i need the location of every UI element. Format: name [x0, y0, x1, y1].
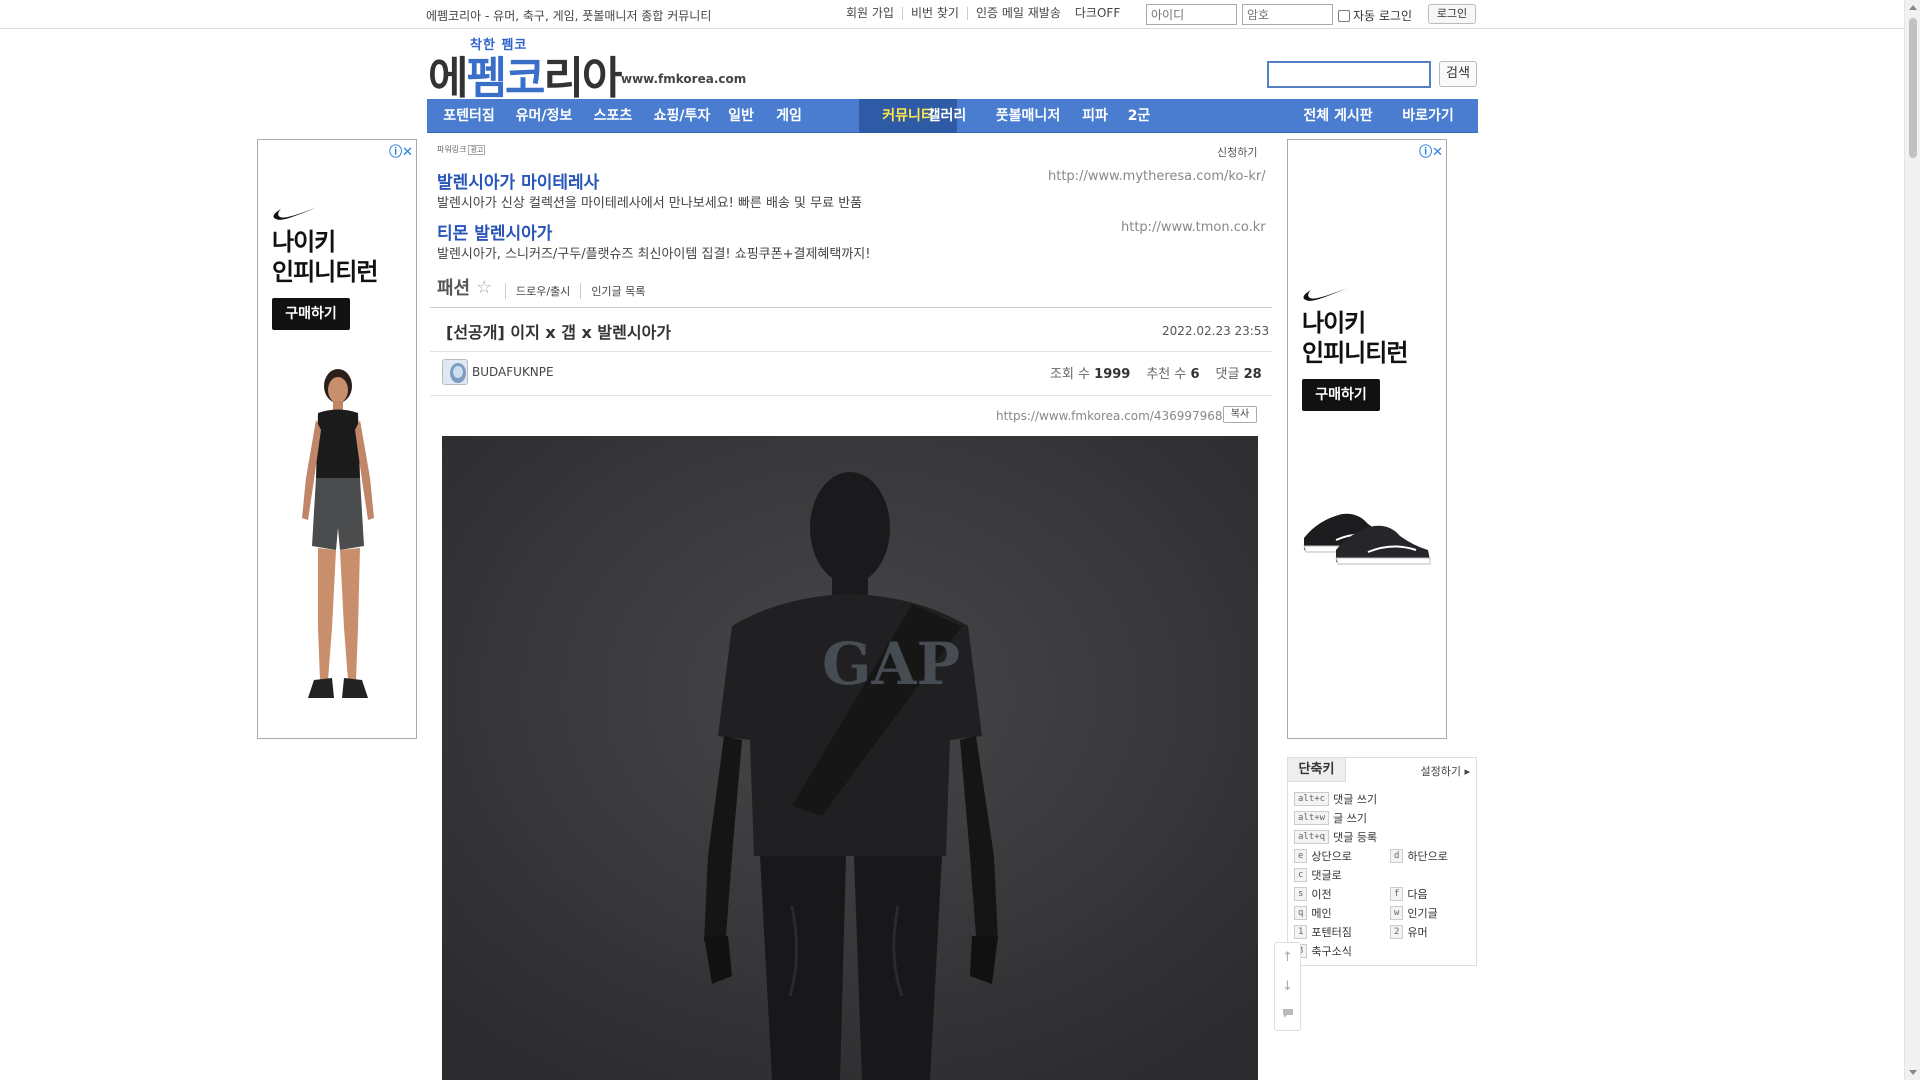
views-stat: 조회 수 1999	[1050, 367, 1131, 382]
scroll-down-arrow-icon[interactable]	[1909, 1070, 1917, 1075]
shortcut-item[interactable]: 2 유머	[1390, 924, 1428, 940]
nav-item-2gun[interactable]: 2군	[1121, 99, 1157, 133]
powerlink-label: 파워링크 광고	[437, 145, 486, 155]
board-header: 패션 ☆	[437, 274, 492, 300]
shortcut-item[interactable]: 1 포텐터짐	[1294, 924, 1352, 940]
author-name[interactable]: BUDAFUKNPE	[472, 365, 554, 379]
scroll-up-icon[interactable]: ↑	[1275, 943, 1300, 972]
shortcuts-panel: 단축키 설정하기 ▸ alt+c 댓글 쓰기 alt+w 글 쓰기 alt+q 댓글 …	[1287, 757, 1477, 966]
nav-item-humor[interactable]: 유머/정보	[509, 99, 579, 133]
search-button[interactable]: 검색	[1439, 61, 1477, 87]
nav-item-gallery[interactable]: 갤러리	[919, 99, 975, 133]
powerlink-ad-title[interactable]: 티몬 발렌시아가	[437, 219, 552, 244]
divider	[430, 395, 1272, 396]
nike-swoosh-icon	[1303, 287, 1350, 301]
nav-item-shortcuts[interactable]: 바로가기	[1393, 99, 1463, 133]
password-input[interactable]	[1242, 4, 1333, 25]
author-avatar[interactable]	[442, 359, 468, 385]
board-link-draw[interactable]: 드로우/출시	[505, 283, 580, 299]
ad-brand-text: 나이키 인피니티런	[272, 228, 378, 286]
logo-wordmark: 에펨코리아	[428, 53, 622, 104]
powerlink-ad-desc: 발렌시아가 신상 컬렉션을 마이테레사에서 만나보세요! 빠른 배송 및 무료 …	[437, 196, 863, 211]
shortcut-item[interactable]: q 메인	[1294, 905, 1332, 921]
shortcut-item[interactable]: alt+w 글 쓰기	[1294, 810, 1367, 826]
auto-login-option[interactable]: 자동 로그인	[1338, 7, 1412, 24]
shortcut-item[interactable]: f 다음	[1390, 886, 1428, 902]
powerlink-ad-url[interactable]: http://www.tmon.co.kr	[1121, 220, 1266, 235]
comments-stat[interactable]: 댓글 28	[1216, 363, 1262, 382]
powerlink-ad-url[interactable]: http://www.mytheresa.com/ko-kr/	[1048, 169, 1266, 184]
login-button[interactable]: 로그인	[1428, 4, 1476, 24]
ad-info-close-icon[interactable]: ⓘ✕	[389, 141, 413, 160]
ad-brand-text: 나이키 인피니티런	[1302, 309, 1408, 367]
floating-tools: ↑ ↓	[1274, 942, 1301, 1031]
ad-info-close-icon[interactable]: ⓘ✕	[1419, 141, 1443, 160]
nav-item-sports[interactable]: 스포츠	[587, 99, 639, 133]
find-password-link[interactable]: 비번 찾기	[901, 7, 967, 20]
post-date: 2022.02.23 23:53	[1162, 324, 1270, 338]
dark-mode-toggle[interactable]: 다크OFF	[1069, 7, 1128, 20]
auto-login-checkbox[interactable]	[1338, 9, 1350, 22]
post-title: [선공개] 이지 x 갭 x 발렌시아가	[446, 323, 672, 342]
powerlink-apply-link[interactable]: 신청하기	[1217, 144, 1257, 160]
board-link-popular[interactable]: 인기글 목록	[580, 283, 655, 299]
post-stats: 조회 수 1999 추천 수 6 댓글 28	[1050, 363, 1262, 382]
search-input[interactable]	[1267, 61, 1431, 88]
gap-logo-text: GAP	[822, 630, 960, 698]
nav-item-general[interactable]: 일반	[721, 99, 761, 133]
top-utility-bar: 에펨코리아 - 유머, 축구, 게임, 풋볼매니저 종합 커뮤니티 회원 가입 …	[0, 0, 1904, 29]
shortcut-item[interactable]: w 인기글	[1390, 905, 1438, 921]
shortcuts-tab[interactable]: 단축키	[1288, 758, 1346, 782]
account-links: 회원 가입 비번 찾기 인증 메일 재발송 다크OFF	[838, 7, 1128, 20]
favorite-star-icon[interactable]: ☆	[476, 277, 492, 298]
shortcut-item[interactable]: e 상단으로	[1294, 848, 1352, 864]
shortcut-item[interactable]: d 하단으로	[1390, 848, 1448, 864]
scrollbar-thumb[interactable]	[1909, 18, 1917, 158]
nav-item-fifa[interactable]: 피파	[1075, 99, 1115, 133]
shortcuts-settings-link[interactable]: 설정하기 ▸	[1421, 763, 1471, 779]
shortcut-item[interactable]: 3축구소식	[1294, 943, 1352, 959]
divider	[430, 351, 1272, 352]
copy-url-button[interactable]: 복사	[1223, 406, 1257, 423]
mannequin-photo: GAP	[442, 436, 1258, 1080]
shortcut-item[interactable]: c 댓글로	[1294, 867, 1342, 883]
left-ad-banner[interactable]: ⓘ✕ 나이키 인피니티런 구매하기	[257, 139, 417, 739]
username-input[interactable]	[1146, 4, 1237, 25]
resend-verification-link[interactable]: 인증 메일 재발송	[966, 7, 1069, 20]
page-scrollbar[interactable]	[1904, 0, 1920, 1080]
shortcut-item[interactable]: alt+q 댓글 등록	[1294, 829, 1377, 845]
ad-buy-button[interactable]: 구매하기	[272, 298, 350, 330]
logo-domain: www.fmkorea.com	[621, 72, 747, 86]
powerlink-ad-desc: 발렌시아가, 스니커즈/구두/플랫슈즈 최신아이템 집결! 쇼핑쿠폰+결제혜택까…	[437, 247, 871, 262]
right-ad-banner[interactable]: ⓘ✕ 나이키 인피니티런 구매하기	[1287, 139, 1447, 739]
main-nav: 포텐터짐 유머/정보 스포츠 쇼핑/투자 일반 게임 커뮤니티 갤러리 풋볼매니…	[427, 99, 1478, 133]
site-tagline: 에펨코리아 - 유머, 축구, 게임, 풋볼매니저 종합 커뮤니티	[426, 9, 712, 23]
auto-login-label: 자동 로그인	[1353, 9, 1413, 23]
board-sublinks: 드로우/출시 인기글 목록	[505, 283, 655, 299]
recommends-stat: 추천 수 6	[1146, 367, 1200, 382]
scroll-up-arrow-icon[interactable]	[1909, 5, 1917, 10]
nav-item-fm[interactable]: 풋볼매니저	[987, 99, 1069, 133]
post-permalink[interactable]: https://www.fmkorea.com/4369979682	[996, 409, 1230, 423]
divider	[430, 307, 1272, 308]
post-image[interactable]: GAP	[442, 436, 1258, 1080]
ad-buy-button[interactable]: 구매하기	[1302, 379, 1380, 411]
nav-item-game[interactable]: 게임	[769, 99, 809, 133]
board-name[interactable]: 패션	[437, 274, 470, 300]
shortcut-item[interactable]: alt+c 댓글 쓰기	[1294, 791, 1377, 807]
nav-item-shopping[interactable]: 쇼핑/투자	[649, 99, 715, 133]
shortcut-item[interactable]: s 이전	[1294, 886, 1332, 902]
model-figure-image	[302, 369, 374, 698]
signup-link[interactable]: 회원 가입	[838, 7, 902, 20]
scroll-down-icon[interactable]: ↓	[1275, 972, 1300, 1001]
comment-jump-icon[interactable]	[1275, 1001, 1300, 1030]
powerlink-ad-title[interactable]: 발렌시아가 마이테레사	[437, 168, 599, 193]
nav-item-poten[interactable]: 포텐터짐	[441, 99, 497, 133]
nav-item-all-boards[interactable]: 전체 게시판	[1293, 99, 1383, 133]
sneakers-image	[1303, 513, 1431, 565]
nike-swoosh-icon	[273, 206, 320, 220]
avatar-image	[443, 360, 467, 384]
